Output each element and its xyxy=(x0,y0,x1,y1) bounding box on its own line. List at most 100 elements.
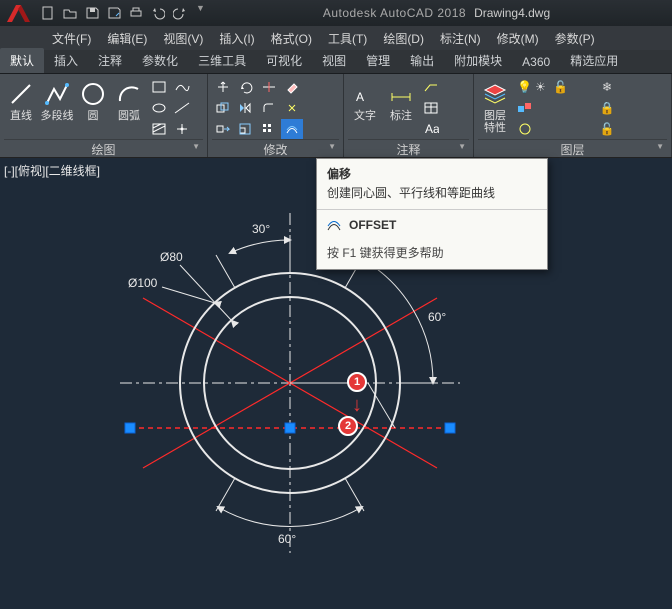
tab-visualize[interactable]: 可视化 xyxy=(256,48,312,73)
offset-icon[interactable] xyxy=(281,119,303,139)
layers-icon xyxy=(481,80,509,108)
tab-annotate[interactable]: 注释 xyxy=(88,48,132,73)
layer-off-icon[interactable]: 🔒 xyxy=(596,98,618,118)
tab-addins[interactable]: 附加模块 xyxy=(444,48,512,73)
dim-60b: 60° xyxy=(278,532,296,546)
text-icon: A xyxy=(351,80,379,108)
move-icon[interactable] xyxy=(212,77,234,97)
modify-grid xyxy=(212,77,303,139)
drawing-canvas[interactable]: [-][俯视][二维线框] 30° xyxy=(0,158,672,609)
tooltip-help: 按 F1 键获得更多帮助 xyxy=(317,240,547,269)
ribbon: 直线 多段线 圆 圆弧 绘图▼ xyxy=(0,74,672,158)
qat-save-icon[interactable] xyxy=(82,3,102,23)
stretch-icon[interactable] xyxy=(212,119,234,139)
panel-layer-label[interactable]: 图层▼ xyxy=(478,139,667,155)
svg-text:Aa: Aa xyxy=(425,122,439,136)
circle-button[interactable]: 圆 xyxy=(76,77,110,139)
panel-layer: 图层 特性 💡☀🔓 ❄ 🔒 🔓 图层▼ xyxy=(474,74,672,157)
panel-annot-label[interactable]: 注释▼ xyxy=(348,139,469,155)
marker-2: 2 xyxy=(338,416,358,436)
layer-on-icon[interactable]: 🔓 xyxy=(596,119,618,139)
rectangle-icon[interactable] xyxy=(148,77,170,97)
tab-manage[interactable]: 管理 xyxy=(356,48,400,73)
text-button[interactable]: A 文字 xyxy=(348,77,382,139)
menu-modify[interactable]: 修改(M) xyxy=(489,27,547,50)
tab-a360[interactable]: A360 xyxy=(512,51,560,73)
panel-draw-label[interactable]: 绘图▼ xyxy=(4,139,203,155)
arc-button[interactable]: 圆弧 xyxy=(112,77,146,139)
dim-30: 30° xyxy=(252,222,270,236)
fillet-icon[interactable] xyxy=(258,98,280,118)
qat-saveas-icon[interactable] xyxy=(104,3,124,23)
qat-open-icon[interactable] xyxy=(60,3,80,23)
titlebar: ▼ Autodesk AutoCAD 2018 Drawing4.dwg xyxy=(0,0,672,26)
menu-tools[interactable]: 工具(T) xyxy=(320,27,375,50)
line-icon xyxy=(7,80,35,108)
dim-60r: 60° xyxy=(428,310,446,324)
menu-params[interactable]: 参数(P) xyxy=(547,27,603,50)
menu-view[interactable]: 视图(V) xyxy=(155,27,211,50)
tab-view[interactable]: 视图 xyxy=(312,48,356,73)
mtext-icon[interactable]: Aa xyxy=(420,119,442,139)
dim-button[interactable]: 标注 xyxy=(384,77,418,139)
panel-annot: A 文字 标注 Aa 注释▼ xyxy=(344,74,474,157)
tab-3dtools[interactable]: 三维工具 xyxy=(188,48,256,73)
scale-icon[interactable] xyxy=(235,119,257,139)
menu-dim[interactable]: 标注(N) xyxy=(432,27,489,50)
qat-undo-icon[interactable] xyxy=(148,3,168,23)
layer-freeze-icon[interactable]: ❄ xyxy=(596,77,618,97)
tab-default[interactable]: 默认 xyxy=(0,48,44,73)
sun-icon: ☀ xyxy=(535,80,551,94)
menu-format[interactable]: 格式(O) xyxy=(263,27,320,50)
tooltip-cmd: OFFSET xyxy=(349,218,396,232)
quick-access-toolbar: ▼ xyxy=(38,3,205,23)
arrow-down-icon: ↓ xyxy=(352,394,362,417)
polyline-button[interactable]: 多段线 xyxy=(40,77,74,139)
app-logo[interactable] xyxy=(4,2,36,24)
ribbon-tabs: 默认 插入 注释 参数化 三维工具 可视化 视图 管理 输出 附加模块 A360… xyxy=(0,50,672,74)
rotate-icon[interactable] xyxy=(235,77,257,97)
array-icon[interactable] xyxy=(258,119,280,139)
offset-cmd-icon xyxy=(325,216,343,234)
point-icon[interactable] xyxy=(171,119,193,139)
arc-icon xyxy=(115,80,143,108)
layer-match[interactable] xyxy=(514,98,594,118)
panel-draw: 直线 多段线 圆 圆弧 绘图▼ xyxy=(0,74,208,157)
layer-state-1[interactable]: 💡☀🔓 xyxy=(514,77,594,97)
bulb-icon: 💡 xyxy=(517,80,533,94)
menu-draw[interactable]: 绘图(D) xyxy=(375,27,432,50)
panel-modify: 修改▼ xyxy=(208,74,344,157)
menu-insert[interactable]: 插入(I) xyxy=(211,27,262,50)
layer-isolate[interactable] xyxy=(514,119,594,139)
panel-modify-label[interactable]: 修改▼ xyxy=(212,139,339,155)
qat-dropdown-icon[interactable]: ▼ xyxy=(196,3,205,23)
xline-icon[interactable] xyxy=(171,98,193,118)
ellipse-icon[interactable] xyxy=(148,98,170,118)
qat-new-icon[interactable] xyxy=(38,3,58,23)
table-icon[interactable] xyxy=(420,98,442,118)
tab-output[interactable]: 输出 xyxy=(400,48,444,73)
tab-parametric[interactable]: 参数化 xyxy=(132,48,188,73)
menu-edit[interactable]: 编辑(E) xyxy=(99,27,155,50)
explode-icon[interactable] xyxy=(281,98,303,118)
menu-file[interactable]: 文件(F) xyxy=(44,27,99,50)
app-title: Autodesk AutoCAD 2018 xyxy=(323,6,466,20)
copy-icon[interactable] xyxy=(212,98,234,118)
tab-featured[interactable]: 精选应用 xyxy=(560,48,628,73)
line-button[interactable]: 直线 xyxy=(4,77,38,139)
leader-icon[interactable] xyxy=(420,77,442,97)
qat-redo-icon[interactable] xyxy=(170,3,190,23)
lock-icon: 🔓 xyxy=(553,80,569,94)
file-name: Drawing4.dwg xyxy=(474,6,550,20)
menubar: 文件(F) 编辑(E) 视图(V) 插入(I) 格式(O) 工具(T) 绘图(D… xyxy=(0,26,672,50)
erase-icon[interactable] xyxy=(281,77,303,97)
tab-insert[interactable]: 插入 xyxy=(44,48,88,73)
trim-icon[interactable] xyxy=(258,77,280,97)
spline-icon[interactable] xyxy=(171,77,193,97)
hatch-icon[interactable] xyxy=(148,119,170,139)
mirror-icon[interactable] xyxy=(235,98,257,118)
layer-props-button[interactable]: 图层 特性 xyxy=(478,77,512,139)
dimension-icon xyxy=(387,80,415,108)
tooltip-desc: 创建同心圆、平行线和等距曲线 xyxy=(317,184,547,210)
qat-print-icon[interactable] xyxy=(126,3,146,23)
